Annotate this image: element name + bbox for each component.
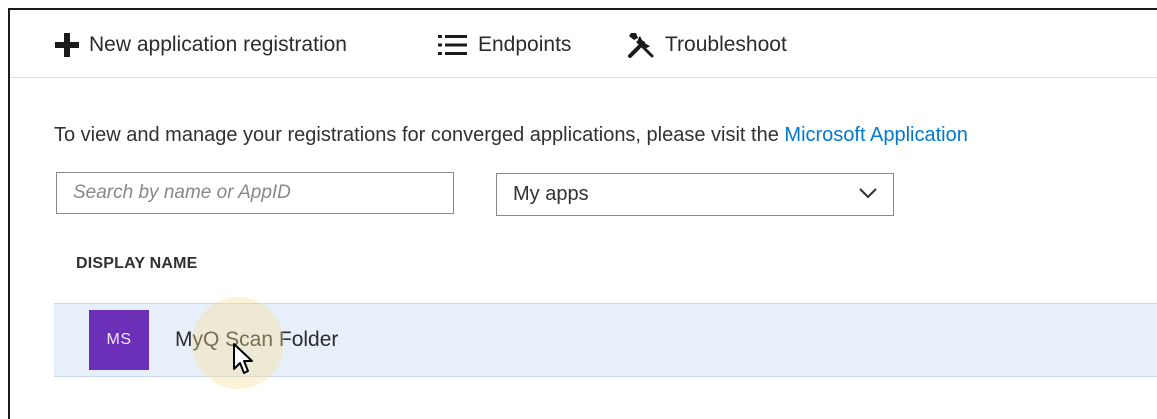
search-input[interactable]: [56, 172, 454, 214]
wrench-screwdriver-icon: [626, 30, 656, 60]
notice-text: To view and manage your registrations fo…: [54, 124, 785, 146]
microsoft-application-link[interactable]: Microsoft Application: [784, 124, 967, 146]
troubleshoot-label: Troubleshoot: [665, 33, 787, 56]
troubleshoot-button[interactable]: Troubleshoot: [626, 28, 787, 62]
app-filter-dropdown[interactable]: My apps: [496, 173, 894, 216]
endpoints-button[interactable]: Endpoints: [437, 28, 571, 62]
app-avatar: MS: [89, 310, 149, 370]
chevron-down-icon: [859, 186, 877, 204]
app-filter-selected: My apps: [513, 183, 589, 205]
new-application-registration-button[interactable]: New application registration: [54, 28, 347, 62]
new-application-registration-label: New application registration: [89, 33, 347, 56]
command-bar: New application registration Endpoints T…: [10, 10, 1157, 78]
table-row[interactable]: MS MyQ Scan Folder: [54, 303, 1157, 377]
app-display-name[interactable]: MyQ Scan Folder: [175, 328, 338, 352]
plus-icon: [54, 32, 80, 58]
display-name-column-header[interactable]: DISPLAY NAME: [76, 255, 198, 273]
endpoints-label: Endpoints: [478, 33, 572, 56]
converged-apps-notice: To view and manage your registrations fo…: [54, 124, 968, 147]
app-panel: New application registration Endpoints T…: [8, 8, 1157, 419]
list-icon: [437, 32, 469, 58]
